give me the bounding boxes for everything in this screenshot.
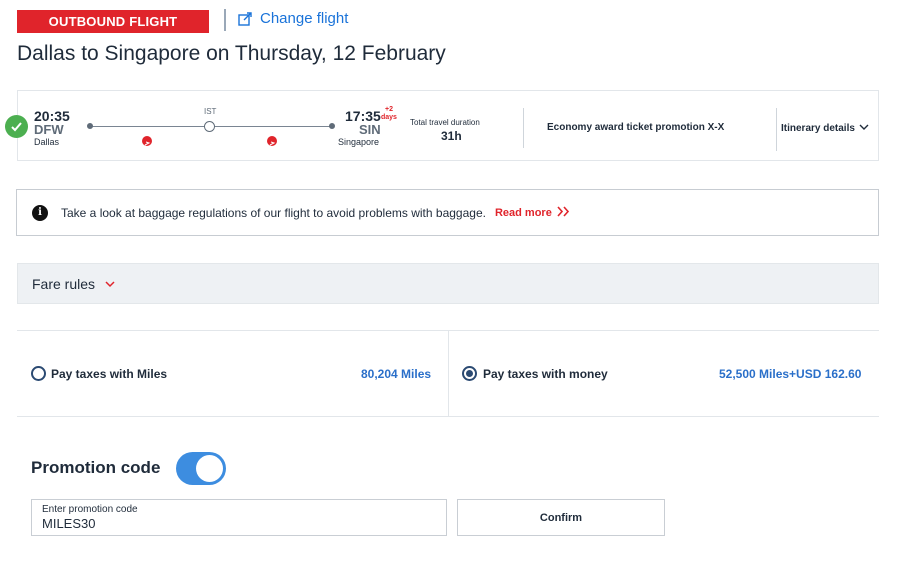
promotion-title: Promotion code <box>31 458 161 477</box>
pay-money-label[interactable]: Pay taxes with money <box>483 367 608 381</box>
fare-rules-accordion[interactable]: Fare rules <box>17 263 879 304</box>
itinerary-details-toggle[interactable]: Itinerary details <box>781 123 869 134</box>
origin-dot <box>87 123 93 129</box>
arrival-city: Singapore <box>338 137 380 147</box>
change-flight-link[interactable]: Change flight <box>238 10 348 27</box>
arrival-code: SIN <box>359 122 381 137</box>
pay-miles-radio[interactable] <box>31 366 46 381</box>
promotion-code-label: Enter promotion code <box>42 504 138 515</box>
page-title: Dallas to Singapore on Thursday, 12 Febr… <box>17 42 446 65</box>
stopover-marker <box>204 121 215 132</box>
card-divider <box>523 108 524 148</box>
notice-text: Take a look at baggage regulations of ou… <box>61 205 486 220</box>
card-divider <box>776 108 777 151</box>
fare-name: Economy award ticket promotion X-X <box>547 122 725 133</box>
read-more-link[interactable]: Read more <box>494 205 570 220</box>
double-chevron-right-icon <box>557 205 570 220</box>
toggle-knob <box>196 455 223 482</box>
outbound-flight-badge: OUTBOUND FLIGHT <box>17 10 209 33</box>
pay-miles-price: 80,204 Miles <box>361 367 432 381</box>
chevron-down-icon <box>105 275 115 293</box>
promotion-toggle[interactable] <box>176 452 226 485</box>
header-divider <box>224 9 226 31</box>
fare-rules-label: Fare rules <box>32 275 96 292</box>
departure-city: Dallas <box>34 137 60 147</box>
duration-value: 31h <box>441 129 462 143</box>
payment-divider <box>17 416 879 417</box>
baggage-notice: i Take a look at baggage regulations of … <box>16 189 879 236</box>
confirm-button[interactable]: Confirm <box>457 499 665 536</box>
departure-code: DFW <box>34 122 64 137</box>
itinerary-details-label: Itinerary details <box>781 123 855 134</box>
read-more-label: Read more <box>494 206 552 219</box>
info-icon: i <box>32 204 48 221</box>
airline-logo-icon <box>267 136 277 146</box>
change-flight-label: Change flight <box>260 10 349 27</box>
external-edit-icon <box>238 11 252 26</box>
promotion-code-field[interactable]: Enter promotion code <box>31 499 447 536</box>
check-icon <box>5 115 28 138</box>
chevron-down-icon <box>859 123 869 134</box>
radio-selected-dot <box>466 370 473 377</box>
destination-dot <box>329 123 335 129</box>
airline-logo-icon <box>142 136 152 146</box>
day-offset-label: days <box>381 114 397 121</box>
pay-money-radio[interactable] <box>462 366 477 381</box>
duration-label: Total travel duration <box>410 118 480 127</box>
stopover-code: IST <box>204 107 217 116</box>
pay-money-price: 52,500 Miles+USD 162.60 <box>719 367 862 381</box>
payment-divider <box>448 331 449 416</box>
pay-miles-label[interactable]: Pay taxes with Miles <box>51 367 167 381</box>
day-offset-value: +2 <box>384 106 393 113</box>
arrival-day-offset: +2 days <box>381 106 397 122</box>
promotion-code-input[interactable] <box>42 516 436 531</box>
